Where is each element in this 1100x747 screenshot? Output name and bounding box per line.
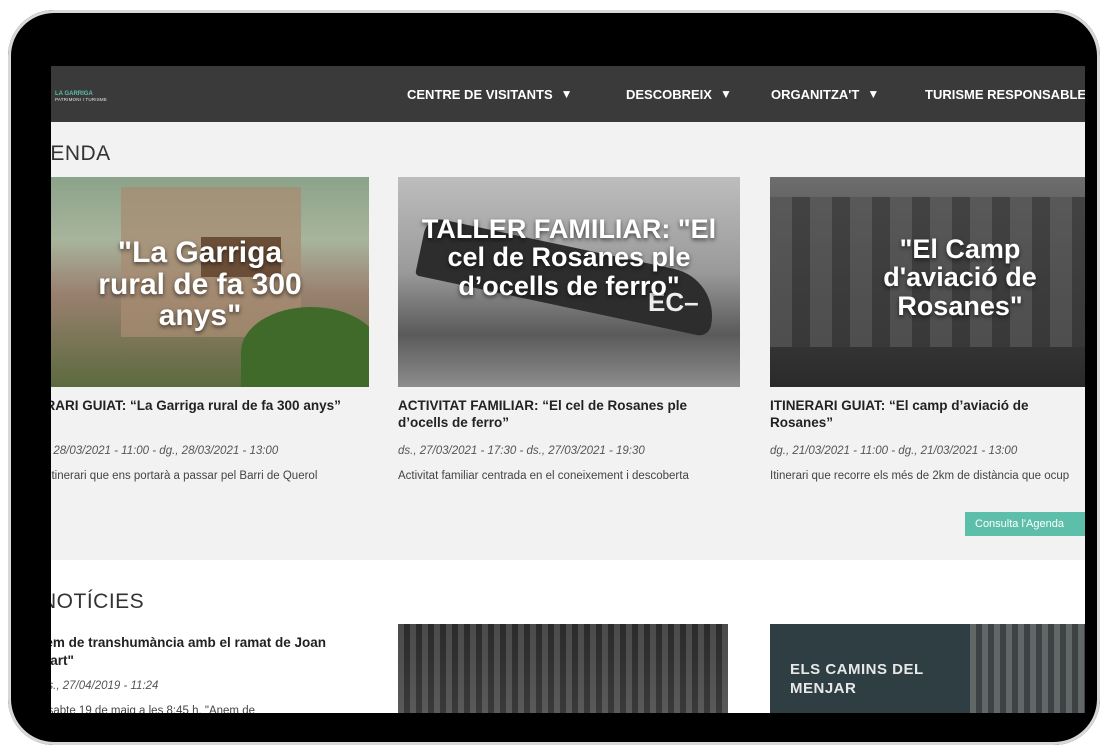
agenda-card-image[interactable]: "El Camp d'aviació de Rosanes" bbox=[770, 177, 1085, 387]
dropdown-arrow-icon: ▼ bbox=[867, 87, 880, 101]
agenda-card-description: Itinerari que recorre els més de 2km de … bbox=[770, 470, 1070, 482]
news-heading: NOTÍCIES bbox=[51, 590, 145, 613]
news-item-image[interactable] bbox=[398, 624, 728, 713]
agenda-card-image[interactable]: EC– TALLER FAMILIAR: "El cel de Rosanes … bbox=[398, 177, 740, 387]
nav-item-label: ORGANITZA'T bbox=[771, 86, 860, 102]
nav-item-descobreix[interactable]: DESCOBREIX ▼ bbox=[626, 66, 732, 122]
news-item-date: ds., 27/04/2019 - 11:24 bbox=[51, 680, 159, 692]
agenda-card-date: dg., 28/03/2021 - 11:00 - dg., 28/03/202… bbox=[51, 445, 279, 457]
news-item-image-text: ELS CAMINS DEL MENJAR bbox=[790, 661, 924, 697]
agenda-card-title[interactable]: ITINERARI GUIAT: “La Garriga rural de fa… bbox=[51, 397, 375, 414]
agenda-card-image-caption: "La Garriga rural de fa 300 anys" bbox=[98, 236, 302, 332]
news-item-title[interactable]: "Anem de transhumància amb el ramat de J… bbox=[51, 634, 371, 670]
nav-item-label: DESCOBREIX bbox=[626, 86, 712, 102]
agenda-card-image-caption: TALLER FAMILIAR: "El cel de Rosanes ple … bbox=[421, 214, 717, 301]
news-item-image[interactable]: ELS CAMINS DEL MENJAR bbox=[770, 624, 1085, 713]
nav-item-label: CENTRE DE VISITANTS bbox=[407, 86, 553, 102]
dropdown-arrow-icon: ▼ bbox=[719, 87, 732, 101]
site-logo[interactable]: LA GARRIGA PATRIMONI I TURISME bbox=[55, 91, 107, 103]
nav-item-turisme-responsable[interactable]: TURISME RESPONSABLE bbox=[925, 66, 1085, 122]
agenda-card-date: dg., 21/03/2021 - 11:00 - dg., 21/03/202… bbox=[770, 445, 1018, 457]
agenda-card-description: Un itinerari que ens portarà a passar pe… bbox=[51, 470, 318, 482]
agenda-card-title[interactable]: ACTIVITAT FAMILIAR: “El cel de Rosanes p… bbox=[398, 397, 740, 431]
shop-shelves-shape bbox=[398, 624, 728, 713]
logo-sub-text: PATRIMONI I TURISME bbox=[55, 97, 108, 102]
nav-item-centre-visitants[interactable]: CENTRE DE VISITANTS ▼ bbox=[407, 66, 573, 122]
agenda-heading: AGENDA bbox=[51, 142, 111, 165]
nav-item-organitzat[interactable]: ORGANITZA'T ▼ bbox=[771, 66, 879, 122]
agenda-card-image-caption: "El Camp d'aviació de Rosanes" bbox=[883, 234, 1037, 321]
top-navbar: LA GARRIGA PATRIMONI I TURISME CENTRE DE… bbox=[51, 66, 1085, 122]
agenda-card-description: Activitat familiar centrada en el coneix… bbox=[398, 470, 689, 482]
browser-screen: LA GARRIGA PATRIMONI I TURISME CENTRE DE… bbox=[51, 66, 1085, 713]
agenda-card-image[interactable]: "La Garriga rural de fa 300 anys" bbox=[51, 177, 369, 387]
agenda-card-date: ds., 27/03/2021 - 17:30 - ds., 27/03/202… bbox=[398, 445, 645, 457]
consulta-agenda-button[interactable]: Consulta l'Agenda bbox=[965, 512, 1085, 536]
news-item-excerpt: Dissabte 19 de maig a les 8:45 h, "Anem … bbox=[51, 705, 255, 713]
device-frame: LA GARRIGA PATRIMONI I TURISME CENTRE DE… bbox=[8, 10, 1100, 745]
agenda-card-title[interactable]: ITINERARI GUIAT: “El camp d’aviació de R… bbox=[770, 397, 1085, 431]
nav-item-label: TURISME RESPONSABLE bbox=[925, 86, 1085, 102]
shop-shelves-shape bbox=[970, 624, 1085, 713]
dropdown-arrow-icon: ▼ bbox=[560, 87, 573, 101]
